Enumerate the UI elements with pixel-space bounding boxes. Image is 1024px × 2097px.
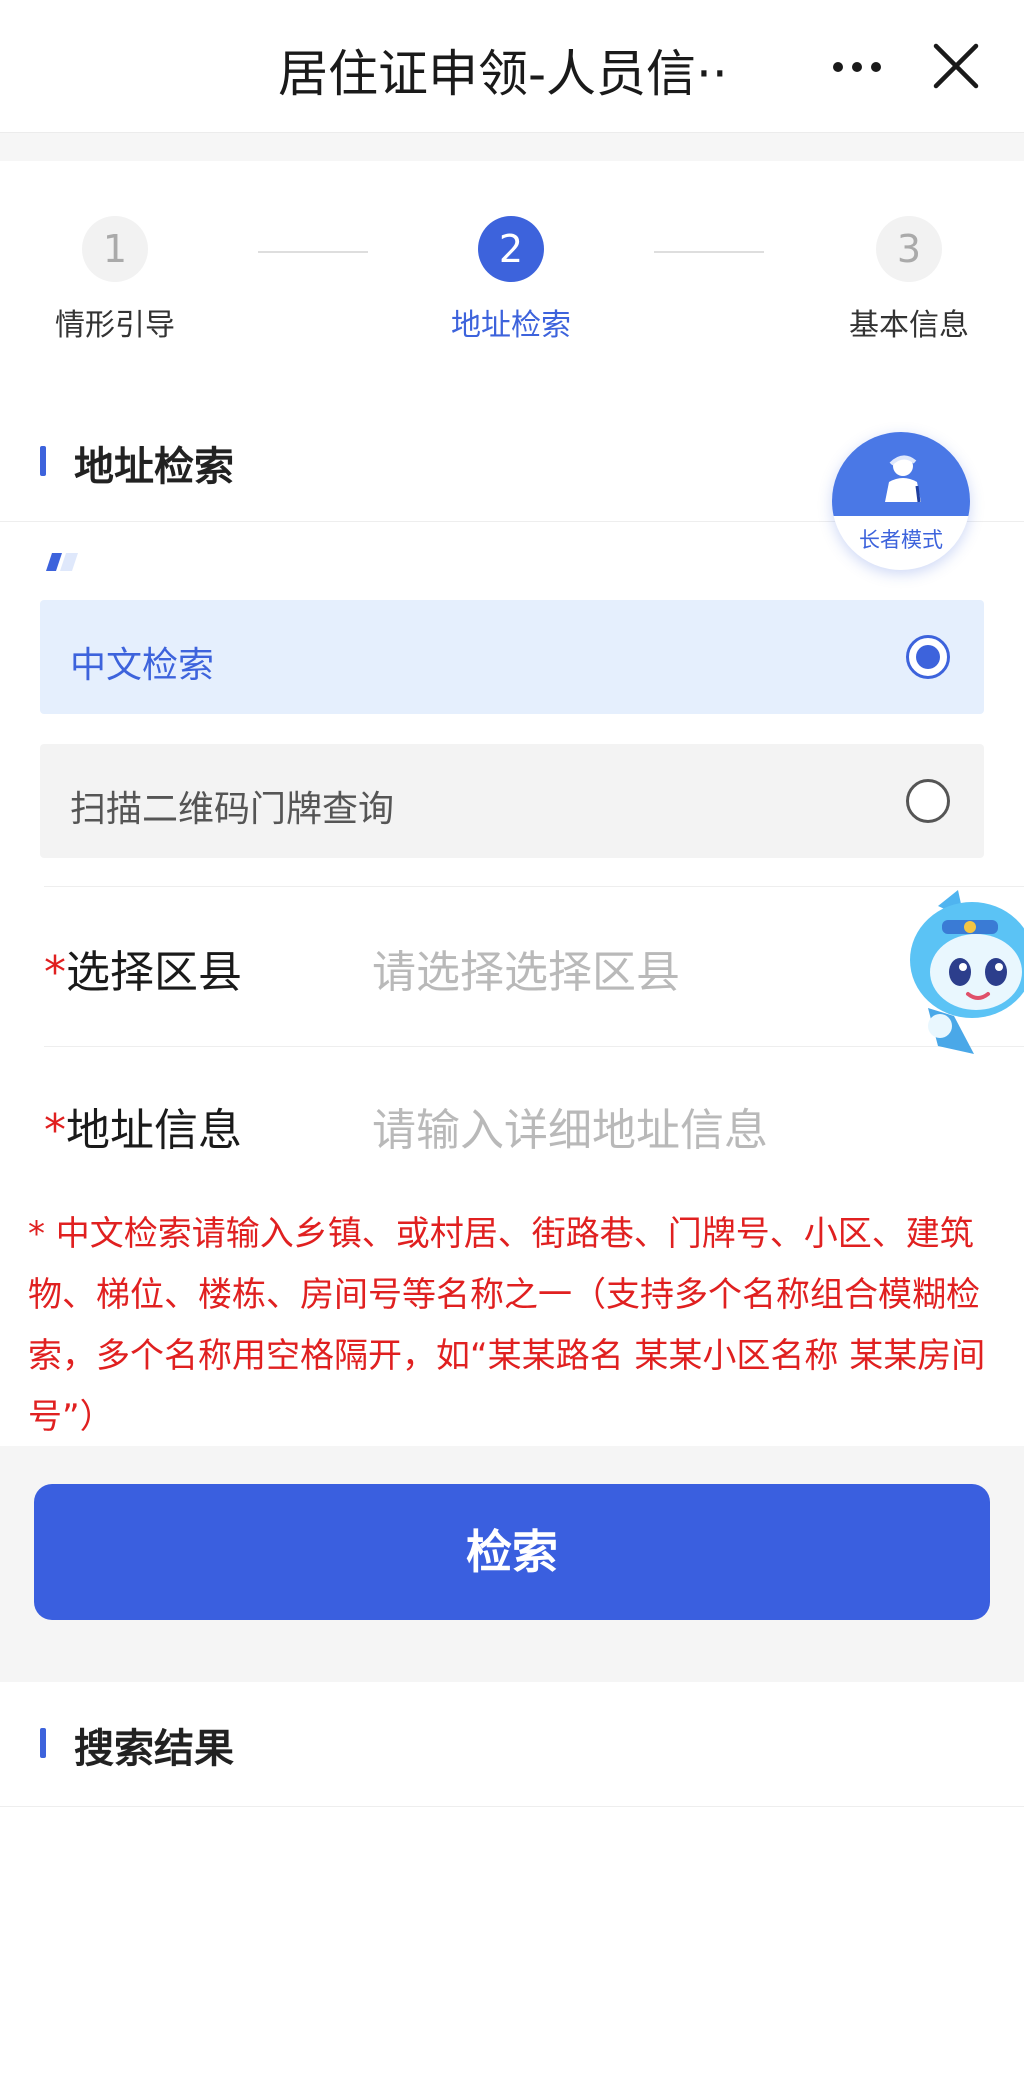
step-2-circle: 2 [478,216,544,282]
elder-mode-button[interactable]: 长者模式 [832,432,970,570]
section-accent-bar [40,1728,46,1758]
section-title-results: 搜索结果 [74,1726,234,1772]
option-label: 中文检索 [70,645,215,686]
page-title: 居住证申领-人员信·· [278,45,728,103]
form-divider [44,886,1024,887]
elder-mode-label: 长者模式 [859,528,943,552]
step-1-label: 情形引导 [55,308,175,343]
step-3-label: 基本信息 [849,308,969,343]
elder-person-icon [885,455,921,503]
address-label-text: 地址信息 [66,1105,242,1156]
radio-selected-icon[interactable] [906,635,950,679]
decoration-stripe [46,553,78,571]
option-chinese-search[interactable]: 中文检索 [40,600,984,714]
section-title-address: 地址检索 [74,444,234,490]
option-qr-scan[interactable]: 扫描二维码门牌查询 [40,744,984,858]
address-label: *地址信息 [44,1094,242,1158]
step-connector [654,251,764,253]
option-label: 扫描二维码门牌查询 [70,789,395,830]
address-input[interactable]: 请输入详细地址信息 [372,1094,768,1158]
close-icon[interactable] [928,38,984,94]
header-spacer [0,133,1024,161]
form-divider [44,1046,1024,1047]
district-label: *选择区县 [44,936,242,1000]
section-divider [0,1806,1024,1807]
search-button[interactable]: 检索 [34,1484,990,1620]
district-label-text: 选择区县 [66,947,242,998]
required-mark: * [44,947,66,998]
section-accent-bar [40,446,46,476]
more-dots-icon[interactable] [812,42,902,92]
required-mark: * [44,1105,66,1156]
step-3-circle: 3 [876,216,942,282]
step-2-label: 地址检索 [451,308,571,343]
step-connector [258,251,368,253]
search-hint: * 中文检索请输入乡镇、或村居、街路巷、门牌号、小区、建筑物、梯位、楼栋、房间号… [28,1214,986,1437]
mascot-icon[interactable] [898,888,1024,1060]
step-1-circle: 1 [82,216,148,282]
district-select[interactable]: 请选择选择区县 [372,936,680,1000]
radio-unselected-icon[interactable] [906,779,950,823]
